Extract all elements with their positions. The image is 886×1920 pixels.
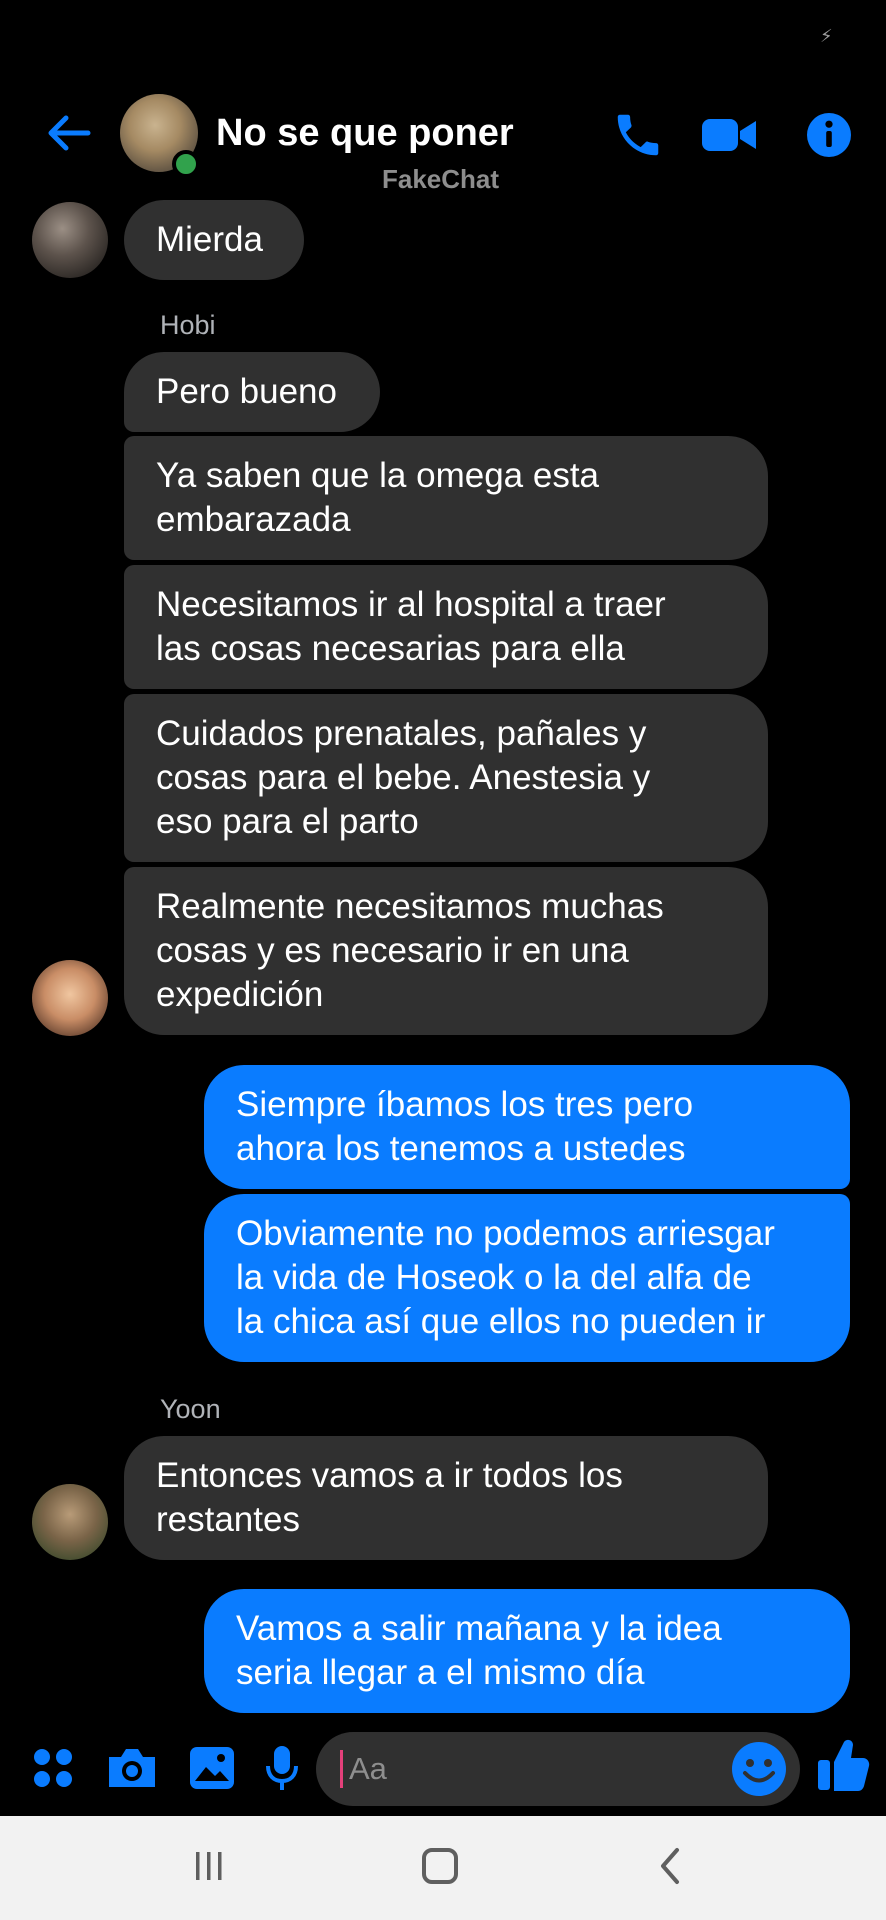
message-bubble[interactable]: Entonces vamos a ir todos los restantes (124, 1436, 768, 1560)
recent-apps-button[interactable] (188, 1836, 230, 1896)
gallery-icon (190, 1747, 234, 1789)
home-icon (422, 1848, 458, 1884)
message-bubble-outgoing[interactable]: Siempre íbamos los tres pero ahora los t… (204, 1065, 850, 1189)
message-bubble[interactable]: Necesitamos ir al hospital a traer las c… (124, 565, 768, 689)
message-text-line: la vida de Hoseok o la del alfa de (236, 1258, 752, 1297)
message-text-line: embarazada (156, 500, 351, 539)
message-text-line: cosas y es necesario ir en una (156, 931, 629, 970)
gallery-button[interactable] (186, 1740, 238, 1796)
info-icon (807, 113, 851, 157)
message-text-line: seria llegar a el mismo día (236, 1653, 645, 1692)
recent-apps-icon (196, 1852, 222, 1880)
apps-icon (34, 1749, 72, 1787)
nav-back-button[interactable] (652, 1836, 688, 1896)
message-bubble[interactable]: Mierda (124, 200, 304, 280)
microphone-icon (266, 1746, 298, 1790)
back-button[interactable] (40, 108, 100, 158)
message-text: Mierda (156, 220, 263, 259)
message-text-line: expedición (156, 975, 324, 1014)
message-text-line: cosas para el bebe. Anestesia y (156, 758, 651, 797)
participant-avatar[interactable] (32, 202, 108, 278)
message-text-line: Obviamente no podemos arriesgar (236, 1214, 775, 1253)
participant-avatar-hobi[interactable] (32, 960, 108, 1036)
message-input[interactable] (340, 1750, 711, 1788)
sender-name: Hobi (160, 310, 216, 340)
message-text-line: Realmente necesitamos muchas (156, 887, 664, 926)
back-icon (661, 1848, 679, 1884)
message-bubble[interactable]: Ya saben que la omega esta embarazada (124, 436, 768, 560)
phone-icon (617, 114, 659, 156)
video-camera-icon (702, 119, 756, 151)
emoji-button[interactable] (730, 1740, 788, 1798)
like-button[interactable] (814, 1736, 872, 1792)
message-bubble[interactable]: Cuidados prenatales, pañales y cosas par… (124, 694, 768, 862)
message-text-line: Cuidados prenatales, pañales y (156, 714, 647, 753)
conversation-title[interactable]: No se que poner (216, 112, 514, 155)
participant-avatar-yoon[interactable] (32, 1484, 108, 1560)
microphone-button[interactable] (262, 1740, 302, 1796)
message-text-line: Entonces vamos a ir todos los (156, 1456, 623, 1495)
message-text-line: Vamos a salir mañana y la idea (236, 1609, 722, 1648)
message-bubble-outgoing[interactable]: Obviamente no podemos arriesgar la vida … (204, 1194, 850, 1362)
back-arrow-icon (48, 115, 91, 151)
message-text: Pero bueno (156, 372, 337, 411)
message-bubble[interactable]: Pero bueno (124, 352, 380, 432)
message-text-line: la chica así que ellos no pueden ir (236, 1302, 766, 1341)
call-button[interactable] (608, 108, 668, 162)
message-bubble[interactable]: Realmente necesitamos muchas cosas y es … (124, 867, 768, 1035)
online-status-dot (172, 150, 200, 178)
apps-button[interactable] (28, 1740, 78, 1796)
message-text-line: Ya saben que la omega esta (156, 456, 600, 495)
camera-button[interactable] (104, 1740, 160, 1796)
home-button[interactable] (418, 1836, 462, 1896)
message-input-box[interactable] (316, 1732, 800, 1806)
message-text-line: las cosas necesarias para ella (156, 629, 625, 668)
message-bubble-outgoing[interactable]: Vamos a salir mañana y la idea seria lle… (204, 1589, 850, 1713)
emoji-icon (732, 1742, 786, 1796)
message-text-line: eso para el parto (156, 802, 419, 841)
conversation-subtitle: FakeChat (382, 164, 500, 194)
thumbs-up-icon (818, 1739, 870, 1791)
message-text-line: Siempre íbamos los tres pero (236, 1085, 694, 1124)
sender-name: Yoon (160, 1394, 221, 1424)
message-text-line: ahora los tenemos a ustedes (236, 1129, 686, 1168)
info-button[interactable] (802, 108, 856, 162)
message-text-line: Necesitamos ir al hospital a traer (156, 585, 666, 624)
video-call-button[interactable] (698, 108, 762, 162)
camera-icon (109, 1749, 155, 1787)
charging-icon: ⚡ (820, 26, 833, 46)
message-text-line: restantes (156, 1500, 300, 1539)
